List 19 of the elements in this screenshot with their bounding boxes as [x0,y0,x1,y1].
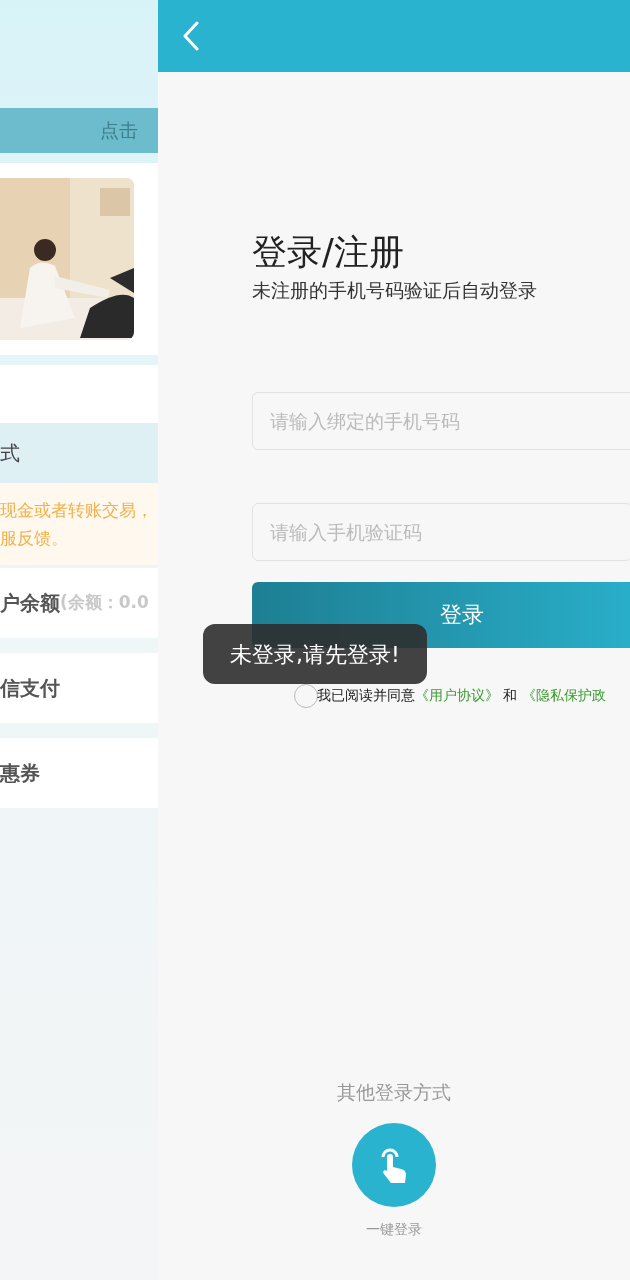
notice-text: 服反馈。 [0,527,69,550]
other-login-label: 其他登录方式 [337,1080,451,1105]
agreement-link[interactable]: 《用户协议》 [415,687,499,703]
page-title: 登录/注册 [252,231,404,274]
input-field[interactable]: 请输入手机验证码 [252,502,630,561]
product-card[interactable] [0,163,158,355]
payment-option-label[interactable]: 户余额 [0,588,60,618]
banner-bar[interactable]: 点击 [0,108,158,153]
subtitle: 未注册的手机号码验证后自动登录 [252,278,537,303]
payment-option-label[interactable]: 惠券 [0,758,40,788]
agreement-text: 我已阅读并同意《用户协议》 和 《隐私保护政 [317,686,606,705]
payment-option-label[interactable]: 信支付 [0,673,60,703]
login-toast: 未登录,请先登录! [203,624,427,684]
method-label: 一键登录 [366,1219,422,1239]
input-field[interactable]: 请输入绑定的手机号码 [252,391,630,450]
back-icon[interactable] [182,21,200,51]
section-title: 式 [0,440,20,467]
notice-text: 现金或者转账交易， [0,499,154,522]
agreement-link[interactable]: 《隐私保护政 [521,687,606,703]
